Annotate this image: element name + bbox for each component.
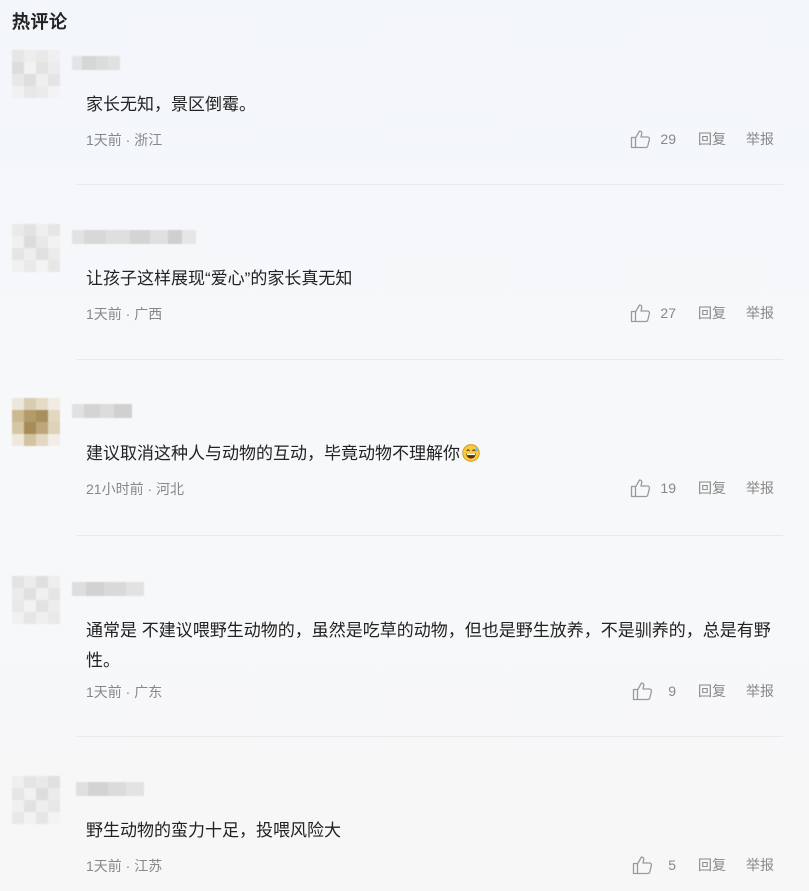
comment-text: 通常是 不建议喂野生动物的，虽然是吃草的动物，但也是野生放养，不是驯养的，总是有…	[86, 621, 771, 670]
comment-time-location: 1天前 · 江苏	[86, 858, 163, 874]
comment-time-location: 1天前 · 广西	[86, 306, 163, 322]
reply-button[interactable]: 回复	[698, 855, 726, 875]
report-button[interactable]: 举报	[746, 129, 774, 149]
divider	[76, 535, 783, 536]
comment-text: 让孩子这样展现“爱心”的家长真无知	[86, 269, 353, 288]
comment-time-location: 1天前 · 广东	[86, 684, 163, 700]
username-blurred[interactable]	[72, 582, 144, 596]
username-blurred[interactable]	[72, 404, 132, 418]
comment-time-location: 21小时前 · 河北	[86, 481, 185, 497]
like-count: 9	[668, 683, 676, 699]
username-blurred[interactable]	[72, 56, 120, 70]
report-button[interactable]: 举报	[746, 303, 774, 323]
grinning-sweat-emoji-icon	[462, 442, 480, 462]
thumbs-up-icon[interactable]	[632, 681, 654, 701]
username-blurred[interactable]	[76, 782, 144, 796]
avatar[interactable]	[12, 576, 62, 626]
reply-button[interactable]: 回复	[698, 681, 726, 701]
comment-actions: 27 回复 举报	[630, 303, 774, 323]
comment-text: 建议取消这种人与动物的互动，毕竟动物不理解你	[86, 439, 776, 469]
divider	[76, 736, 783, 737]
comment-text: 野生动物的蛮力十足，投喂风险大	[86, 821, 341, 840]
reply-button[interactable]: 回复	[698, 303, 726, 323]
comment-text-body: 建议取消这种人与动物的互动，毕竟动物不理解你	[86, 444, 460, 463]
report-button[interactable]: 举报	[746, 478, 774, 498]
thumbs-up-icon[interactable]	[630, 129, 652, 149]
report-button[interactable]: 举报	[746, 681, 774, 701]
comment-actions: 9 回复 举报	[632, 681, 774, 701]
reply-button[interactable]: 回复	[698, 478, 726, 498]
thumbs-up-icon[interactable]	[632, 855, 654, 875]
thumbs-up-icon[interactable]	[630, 303, 652, 323]
reply-button[interactable]: 回复	[698, 129, 726, 149]
thumbs-up-icon[interactable]	[630, 478, 652, 498]
comment-actions: 5 回复 举报	[632, 855, 774, 875]
like-count: 29	[660, 131, 676, 147]
avatar[interactable]	[12, 50, 62, 100]
section-title: 热评论	[12, 12, 68, 32]
username-blurred[interactable]	[72, 230, 196, 244]
like-count: 27	[660, 305, 676, 321]
like-count: 5	[668, 857, 676, 873]
divider	[76, 359, 783, 360]
avatar[interactable]	[12, 776, 62, 826]
divider	[76, 184, 783, 185]
like-count: 19	[660, 480, 676, 496]
report-button[interactable]: 举报	[746, 855, 774, 875]
comment-time-location: 1天前 · 浙江	[86, 132, 163, 148]
comment-text: 家长无知，景区倒霉。	[86, 95, 256, 114]
avatar[interactable]	[12, 398, 62, 448]
avatar[interactable]	[12, 224, 62, 274]
comment-actions: 29 回复 举报	[630, 129, 774, 149]
comment-actions: 19 回复 举报	[630, 478, 774, 498]
